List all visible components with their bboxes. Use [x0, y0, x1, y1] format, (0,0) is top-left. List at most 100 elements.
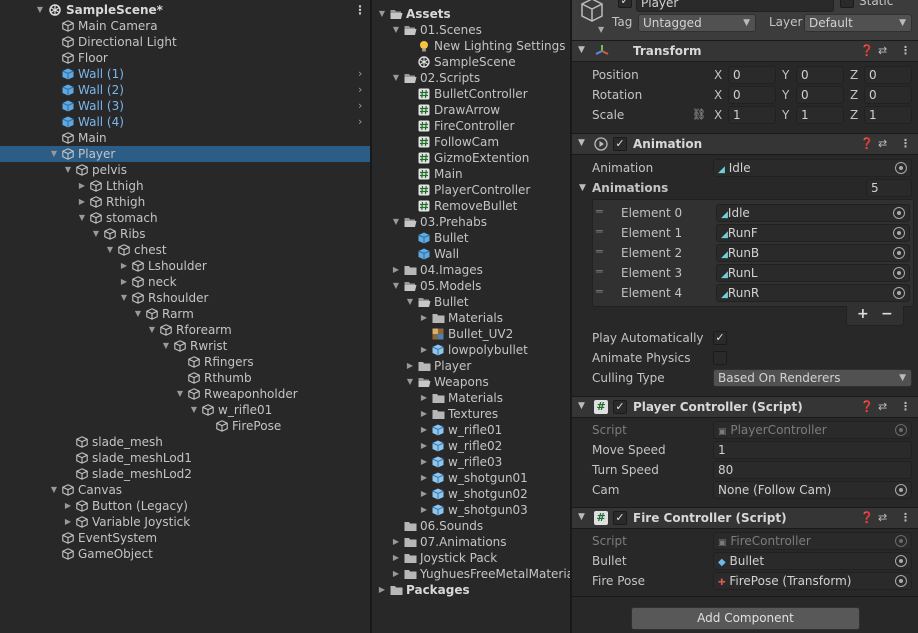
- project-item[interactable]: ▶ Player: [372, 358, 570, 374]
- expand-arrow-icon[interactable]: ▼: [390, 278, 402, 294]
- collapse-arrow-icon[interactable]: ▶: [390, 566, 402, 582]
- prefab-open-chevron-icon[interactable]: ›: [358, 114, 362, 130]
- fold-arrow-icon[interactable]: ▼: [578, 138, 585, 148]
- expand-arrow-icon[interactable]: ▼: [188, 402, 200, 418]
- component-menu-icon[interactable]: ⋮: [900, 137, 911, 150]
- project-item[interactable]: ▶ w_rifle01: [372, 422, 570, 438]
- active-checkbox[interactable]: ✓: [618, 0, 632, 8]
- collapse-arrow-icon[interactable]: ▶: [118, 274, 130, 290]
- project-item[interactable]: Bullet: [372, 230, 570, 246]
- prefab-open-chevron-icon[interactable]: ›: [358, 66, 362, 82]
- add-element-button[interactable]: +: [857, 306, 869, 322]
- expand-arrow-icon[interactable]: ▼: [118, 290, 130, 306]
- project-item[interactable]: Wall: [372, 246, 570, 262]
- hierarchy-item[interactable]: ▼ Rshoulder: [0, 290, 370, 306]
- constrain-proportions-icon[interactable]: ⛓: [692, 108, 706, 121]
- hierarchy-item[interactable]: ▶ Button (Legacy): [0, 498, 370, 514]
- drag-handle-icon[interactable]: ═: [596, 285, 603, 298]
- collapse-arrow-icon[interactable]: ▶: [418, 422, 430, 438]
- element-clip-field[interactable]: ◢Idle: [716, 204, 910, 222]
- object-picker-icon[interactable]: [893, 227, 905, 239]
- hierarchy-item[interactable]: Floor: [0, 50, 370, 66]
- object-picker-icon[interactable]: [895, 555, 907, 567]
- collapse-arrow-icon[interactable]: ▶: [418, 390, 430, 406]
- help-icon[interactable]: ❓: [860, 137, 874, 150]
- fire-controller-enabled-checkbox[interactable]: ✓: [613, 511, 627, 525]
- element-clip-field[interactable]: ◢RunF: [716, 224, 910, 242]
- project-item[interactable]: RemoveBullet: [372, 198, 570, 214]
- animation-clip-field[interactable]: ◢ Idle: [713, 159, 912, 177]
- preset-icon[interactable]: ⇄: [878, 44, 887, 57]
- collapse-arrow-icon[interactable]: ▶: [76, 194, 88, 210]
- hierarchy-item[interactable]: Wall (4) ›: [0, 114, 370, 130]
- expand-arrow-icon[interactable]: ▼: [174, 386, 186, 402]
- component-menu-icon[interactable]: ⋮: [900, 400, 911, 413]
- animations-count-field[interactable]: 5: [866, 179, 912, 197]
- hierarchy-item[interactable]: ▼ chest: [0, 242, 370, 258]
- collapse-arrow-icon[interactable]: ▶: [390, 534, 402, 550]
- object-picker-icon[interactable]: [893, 247, 905, 259]
- position-y-field[interactable]: 0: [796, 66, 844, 84]
- hierarchy-item[interactable]: ▼ pelvis: [0, 162, 370, 178]
- collapse-arrow-icon[interactable]: ▶: [418, 502, 430, 518]
- remove-element-button[interactable]: −: [881, 306, 893, 322]
- project-item[interactable]: ▶ 07.Animations: [372, 534, 570, 550]
- expand-arrow-icon[interactable]: ▼: [404, 294, 416, 310]
- project-item[interactable]: ▼ Weapons: [372, 374, 570, 390]
- project-item[interactable]: SampleScene: [372, 54, 570, 70]
- project-item[interactable]: 06.Sounds: [372, 518, 570, 534]
- collapse-arrow-icon[interactable]: ▶: [418, 310, 430, 326]
- collapse-arrow-icon[interactable]: ▶: [418, 438, 430, 454]
- project-item[interactable]: ▶ Materials: [372, 310, 570, 326]
- object-picker-icon[interactable]: [893, 207, 905, 219]
- element-clip-field[interactable]: ◢RunB: [716, 244, 910, 262]
- drag-handle-icon[interactable]: ═: [596, 225, 603, 238]
- fold-arrow-icon[interactable]: ▼: [578, 512, 585, 522]
- hierarchy-item[interactable]: ▶ Lthigh: [0, 178, 370, 194]
- rotation-z-field[interactable]: 0: [864, 86, 912, 104]
- element-clip-field[interactable]: ◢RunL: [716, 264, 910, 282]
- prefab-open-chevron-icon[interactable]: ›: [358, 98, 362, 114]
- hierarchy-item[interactable]: ▼ Rarm: [0, 306, 370, 322]
- layer-dropdown[interactable]: Default ▼: [804, 14, 912, 32]
- object-picker-icon[interactable]: [893, 287, 905, 299]
- project-item[interactable]: ▶ Joystick Pack: [372, 550, 570, 566]
- hierarchy-item[interactable]: GameObject: [0, 546, 370, 562]
- fire-pose-field[interactable]: ✚ FirePose (Transform): [713, 572, 912, 590]
- hierarchy-item[interactable]: ▼ Rweaponholder: [0, 386, 370, 402]
- hierarchy-item[interactable]: ▼ Rwrist: [0, 338, 370, 354]
- fold-arrow-icon[interactable]: ▼: [578, 45, 585, 55]
- drag-handle-icon[interactable]: ═: [596, 205, 603, 218]
- collapse-arrow-icon[interactable]: ▶: [62, 514, 74, 530]
- collapse-arrow-icon[interactable]: ▶: [418, 470, 430, 486]
- project-item[interactable]: ▶ Packages: [372, 582, 570, 598]
- collapse-arrow-icon[interactable]: ▶: [390, 262, 402, 278]
- collapse-arrow-icon[interactable]: ▶: [376, 582, 388, 598]
- collapse-arrow-icon[interactable]: ▶: [390, 550, 402, 566]
- collapse-arrow-icon[interactable]: ▶: [76, 178, 88, 194]
- hierarchy-item[interactable]: EventSystem: [0, 530, 370, 546]
- project-item[interactable]: ▼ Assets: [372, 6, 570, 22]
- preset-icon[interactable]: ⇄: [878, 137, 887, 150]
- hierarchy-item[interactable]: ▼ w_rifle01: [0, 402, 370, 418]
- collapse-arrow-icon[interactable]: ▶: [418, 342, 430, 358]
- animation-header[interactable]: ▼ ✓ Animation ❓ ⇄ ⋮: [572, 133, 918, 155]
- project-item[interactable]: FireController: [372, 118, 570, 134]
- hierarchy-item[interactable]: FirePose: [0, 418, 370, 434]
- scene-header[interactable]: ▼ SampleScene* ⋮: [0, 2, 370, 18]
- preset-icon[interactable]: ⇄: [878, 400, 887, 413]
- scale-x-field[interactable]: 1: [728, 106, 776, 124]
- expand-arrow-icon[interactable]: ▼: [390, 70, 402, 86]
- position-x-field[interactable]: 0: [728, 66, 776, 84]
- prefab-open-chevron-icon[interactable]: ›: [358, 82, 362, 98]
- object-name-field[interactable]: Player: [636, 0, 834, 12]
- project-item[interactable]: ▶ w_shotgun02: [372, 486, 570, 502]
- collapse-arrow-icon[interactable]: ▶: [404, 358, 416, 374]
- add-component-button[interactable]: Add Component: [631, 607, 860, 630]
- scale-z-field[interactable]: 1: [864, 106, 912, 124]
- cam-field[interactable]: None (Follow Cam): [713, 481, 912, 499]
- project-item[interactable]: PlayerController: [372, 182, 570, 198]
- project-item[interactable]: Main: [372, 166, 570, 182]
- rotation-x-field[interactable]: 0: [728, 86, 776, 104]
- hierarchy-item[interactable]: Rfingers: [0, 354, 370, 370]
